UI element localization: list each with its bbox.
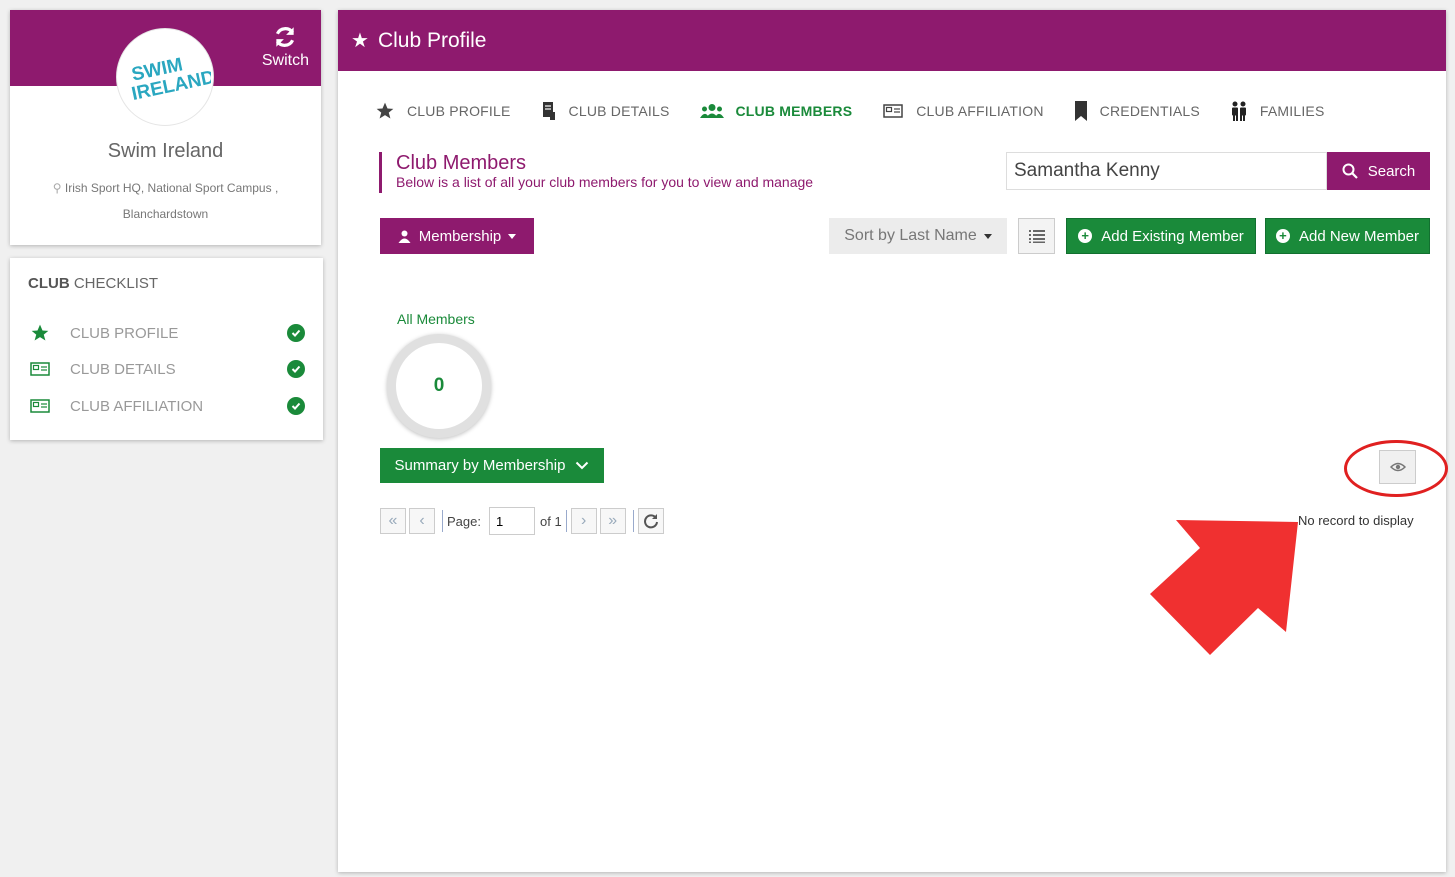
tab-club-details[interactable]: CLUB DETAILS bbox=[541, 101, 670, 121]
pager-divider bbox=[565, 510, 567, 532]
star-icon: ★ bbox=[351, 30, 369, 52]
tab-club-affiliation[interactable]: CLUB AFFILIATION bbox=[882, 103, 1043, 119]
tab-club-profile[interactable]: CLUB PROFILE bbox=[375, 101, 511, 121]
star-icon bbox=[375, 101, 395, 121]
tab-families[interactable]: FAMILIES bbox=[1230, 101, 1325, 121]
list-view-button[interactable] bbox=[1018, 218, 1055, 254]
pager-divider bbox=[442, 510, 443, 532]
profile-tabs: CLUB PROFILE CLUB DETAILS CLUB MEMBERS C… bbox=[375, 98, 1355, 124]
empty-state-message: No record to display bbox=[1298, 513, 1414, 528]
club-address: ⚲ Irish Sport HQ, National Sport Campus … bbox=[30, 175, 301, 227]
sort-dropdown[interactable]: Sort by Last Name bbox=[829, 218, 1007, 254]
next-page-button[interactable]: › bbox=[570, 508, 597, 534]
club-checklist-card: CLUB CHECKLIST CLUB PROFILE CLUB DETAILS… bbox=[10, 258, 323, 440]
checklist-item-club-details[interactable]: CLUB DETAILS bbox=[28, 357, 305, 381]
annotation-arrow bbox=[1150, 520, 1298, 655]
caret-down-icon bbox=[983, 233, 992, 239]
switch-label: Switch bbox=[261, 52, 309, 69]
refresh-button[interactable] bbox=[637, 508, 664, 534]
section-heading: Club Members Below is a list of all your… bbox=[379, 152, 813, 193]
plus-circle-icon: + bbox=[1078, 229, 1093, 243]
pager-divider bbox=[632, 510, 634, 532]
annotation-highlight-circle bbox=[1344, 440, 1448, 497]
page-header: ★ Club Profile bbox=[338, 10, 1446, 71]
pagination: « ‹ Page: of 1 › » bbox=[380, 507, 667, 535]
user-icon bbox=[398, 230, 411, 243]
all-members-count[interactable]: 0 bbox=[387, 334, 491, 438]
club-address-text: Irish Sport HQ, National Sport Campus , … bbox=[64, 181, 279, 221]
id-card-icon bbox=[28, 361, 52, 377]
document-icon bbox=[541, 101, 557, 121]
club-logo: SWIM IRELAND bbox=[116, 28, 214, 126]
check-circle-icon bbox=[287, 360, 305, 378]
add-new-member-button[interactable]: + Add New Member bbox=[1265, 218, 1430, 254]
section-title: Club Members bbox=[396, 152, 527, 174]
club-name: Swim Ireland bbox=[107, 140, 224, 162]
chevron-down-icon bbox=[576, 461, 589, 470]
search-button[interactable]: Search bbox=[1327, 152, 1430, 190]
users-icon bbox=[699, 103, 724, 119]
checklist-item-club-profile[interactable]: CLUB PROFILE bbox=[28, 321, 305, 345]
list-icon bbox=[1028, 229, 1045, 243]
first-page-button[interactable]: « bbox=[380, 508, 406, 534]
bookmark-icon bbox=[1074, 100, 1088, 122]
refresh-icon bbox=[643, 514, 658, 529]
all-members-label[interactable]: All Members bbox=[397, 311, 475, 327]
tab-club-members[interactable]: CLUB MEMBERS bbox=[699, 103, 853, 119]
club-card: Switch SWIM IRELAND Swim Ireland ⚲ Irish… bbox=[10, 10, 321, 245]
add-existing-member-button[interactable]: + Add Existing Member bbox=[1066, 218, 1256, 254]
prev-page-button[interactable]: ‹ bbox=[409, 508, 435, 534]
checklist-title: CLUB CHECKLIST bbox=[28, 275, 159, 292]
page-title: Club Profile bbox=[377, 28, 487, 52]
main-panel: ★ Club Profile CLUB PROFILE CLUB DETAILS… bbox=[338, 10, 1446, 872]
checklist-item-club-affiliation[interactable]: CLUB AFFILIATION bbox=[28, 394, 305, 418]
page-number-input[interactable] bbox=[488, 507, 535, 535]
star-icon bbox=[28, 323, 52, 343]
membership-dropdown[interactable]: Membership bbox=[380, 218, 534, 254]
plus-circle-icon: + bbox=[1275, 229, 1290, 243]
search-icon bbox=[1342, 163, 1358, 179]
page-label: Page: bbox=[447, 513, 481, 529]
page-count-label: of 1 bbox=[539, 513, 562, 529]
refresh-icon bbox=[276, 27, 295, 47]
check-circle-icon bbox=[287, 324, 305, 342]
location-pin-icon: ⚲ bbox=[52, 181, 62, 195]
last-page-button[interactable]: » bbox=[599, 508, 626, 534]
caret-down-icon bbox=[508, 233, 517, 239]
switch-club-button[interactable]: Switch bbox=[262, 24, 309, 70]
section-subtitle: Below is a list of all your club members… bbox=[396, 174, 814, 190]
id-card-icon bbox=[882, 103, 904, 119]
member-search-input[interactable] bbox=[1006, 152, 1327, 190]
tab-credentials[interactable]: CREDENTIALS bbox=[1074, 100, 1200, 122]
family-icon bbox=[1230, 101, 1248, 121]
summary-by-membership-button[interactable]: Summary by Membership bbox=[380, 448, 604, 483]
id-card-icon bbox=[28, 398, 52, 414]
check-circle-icon bbox=[287, 397, 305, 415]
